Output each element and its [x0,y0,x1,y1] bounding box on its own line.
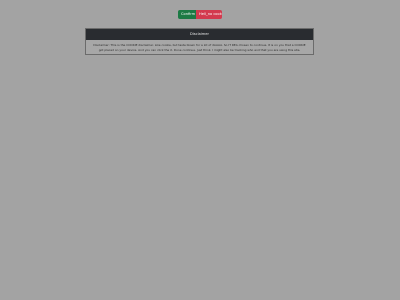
confirm-button[interactable]: Confirm [178,10,196,19]
reject-cookie-button[interactable]: Hell_no cookie [196,10,222,19]
disclaimer-text: Disclaimer: This is the COOKIE disclaime… [93,43,306,52]
disclaimer-panel: Disclaimer Disclaimer: This is the COOKI… [85,28,314,55]
cookie-choice-buttons: Confirm Hell_no cookie [178,10,222,19]
disclaimer-title: Disclaimer [86,29,313,40]
